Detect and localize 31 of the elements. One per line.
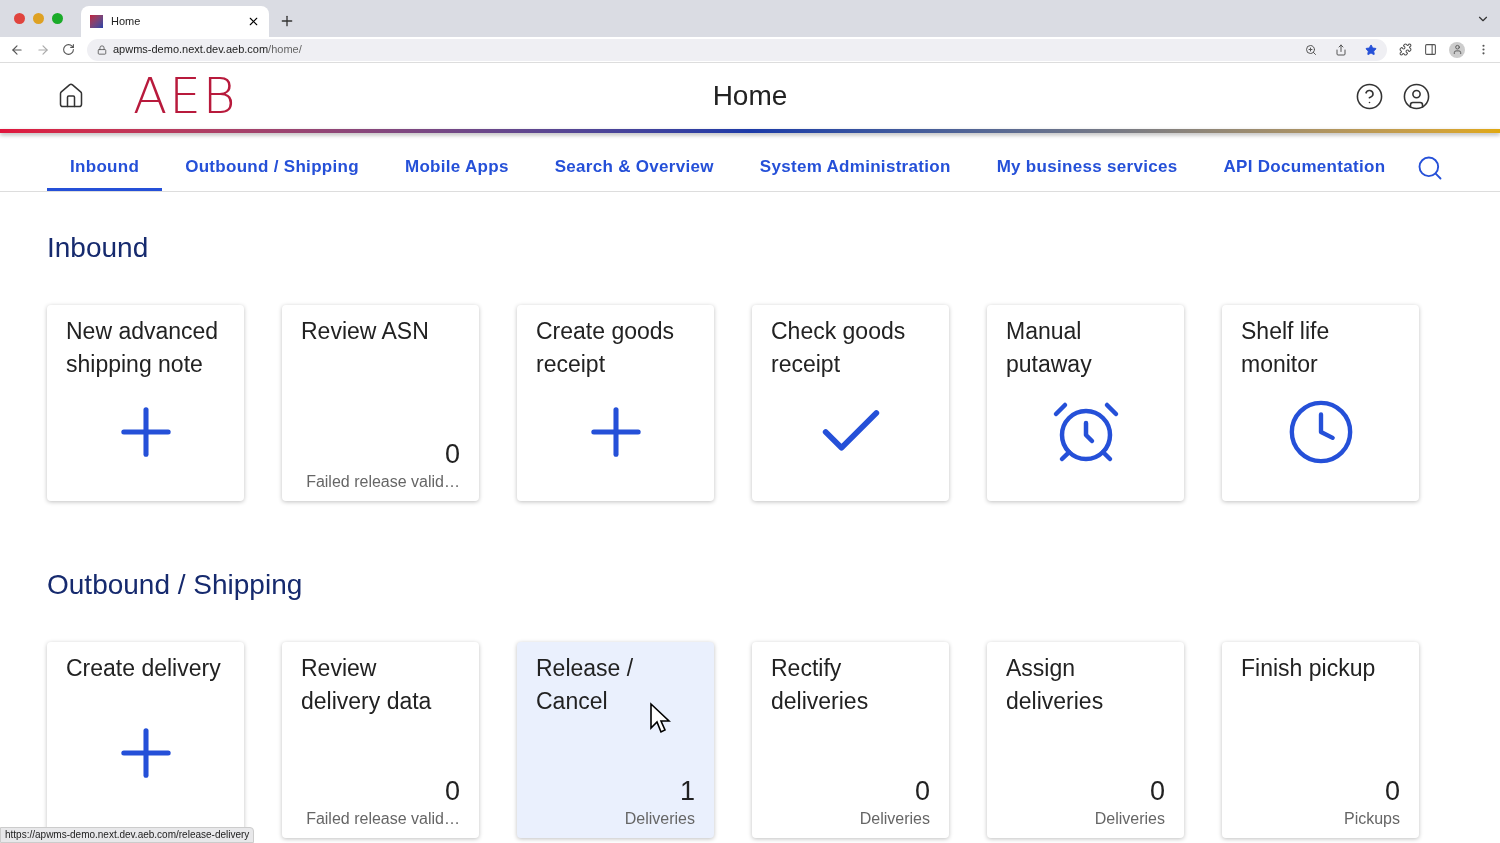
tile-title: Review ASN: [301, 317, 429, 346]
tile-count: 1: [679, 775, 695, 808]
tile-count: 0: [1384, 775, 1400, 808]
tile-title: Rectify deliveries: [771, 654, 870, 716]
link-url-tooltip: https://apwms-demo.next.dev.aeb.com/release-delivery: [0, 827, 255, 843]
url-text: apwms-demo.next.dev.aeb.com/home/: [113, 42, 302, 58]
tile-title: Check goods receipt: [771, 317, 907, 379]
tile-count: 0: [1149, 775, 1165, 808]
tile-count: 0: [444, 438, 460, 471]
tile-caption: Deliveries: [1093, 809, 1165, 829]
tile-title: Release / Cancel: [536, 654, 635, 716]
tile-title: Assign deliveries: [1006, 654, 1105, 716]
tile-title: Create goods receipt: [536, 317, 676, 379]
logo: AEB: [133, 71, 238, 121]
tile-title: New advanced shipping note: [66, 317, 220, 379]
tile-caption: Failed release valid…: [305, 472, 460, 492]
tile-caption: Failed release valid…: [305, 809, 460, 829]
section-heading: Inbound: [47, 231, 150, 265]
tile-count: 0: [914, 775, 930, 808]
tile-title: Review delivery data: [301, 654, 433, 716]
tile-title: Finish pickup: [1241, 654, 1376, 683]
tab-title: Home: [111, 14, 142, 30]
page-title: Home: [712, 79, 788, 113]
tile-title: Create delivery: [66, 654, 221, 683]
tile-title: Manual putaway: [1006, 317, 1093, 379]
tile-count: 0: [444, 775, 460, 808]
tile-caption: Deliveries: [623, 809, 695, 829]
tile-title: Shelf life monitor: [1241, 317, 1331, 379]
section-heading: Outbound / Shipping: [47, 568, 304, 602]
tile-caption: Deliveries: [858, 809, 930, 829]
tile-caption: Pickups: [1342, 809, 1400, 829]
